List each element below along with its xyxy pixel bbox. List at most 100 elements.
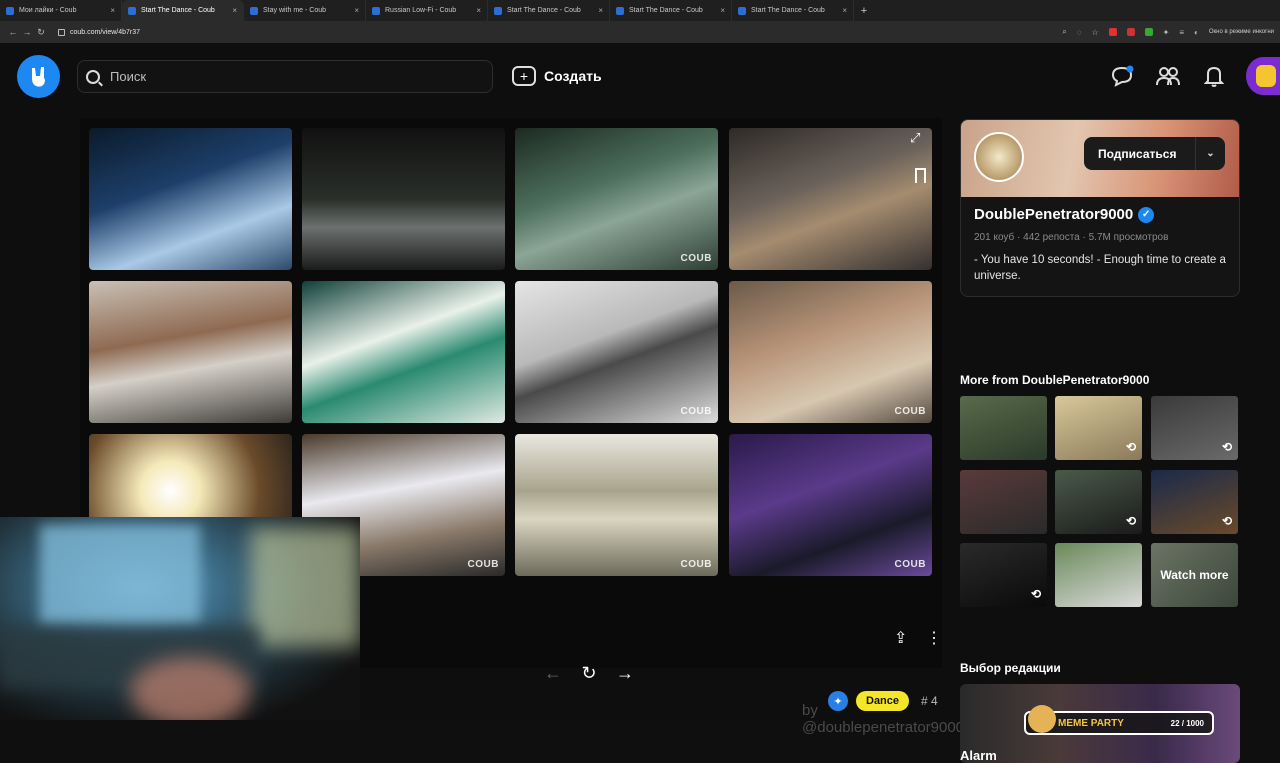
browser-toolbar-icons: ⌕ ◌ ☆ ✦ ≡ ◐ Окно в режиме инкогни [1062,21,1274,43]
coub-frame-thumbnail: COUB [729,281,932,423]
zoom-icon[interactable]: ⌕ [1062,27,1066,37]
eye-off-icon[interactable]: ◌ [1077,28,1082,37]
users-icon[interactable] [1154,62,1182,90]
extension-icon[interactable] [1126,28,1135,36]
browser-tab[interactable]: Stay with me - Coub × [244,0,366,21]
related-coub-thumbnail[interactable]: ⟲ [1151,470,1238,534]
coub-frame-thumbnail: COUB [515,434,718,576]
related-coub-thumbnail[interactable]: ⟲ [960,543,1047,607]
close-tab-icon[interactable]: × [842,6,847,15]
incognito-label[interactable]: Окно в режиме инкогни [1209,29,1274,35]
related-coub-thumbnail[interactable] [960,470,1047,534]
replay-icon[interactable]: ↻ [580,663,598,684]
coub-frame-thumbnail: COUB [515,128,718,270]
channel-avatar[interactable] [974,132,1024,182]
close-tab-icon[interactable]: × [110,6,115,15]
back-icon[interactable]: ← [6,27,20,37]
webcam-overlay [0,517,360,720]
related-coub-thumbnail[interactable] [960,396,1047,460]
close-tab-icon[interactable]: × [476,6,481,15]
fullscreen-icon[interactable]: ⤢ [910,130,920,146]
star-bookmark-icon[interactable]: ☆ [1091,28,1098,37]
browser-tab[interactable]: Russian Low-Fi - Coub × [366,0,488,21]
coub-favicon-icon [494,6,502,15]
coub-watermark: COUB [680,253,712,264]
related-coub-thumbnail[interactable]: ⟲ [1055,396,1142,460]
browser-tab[interactable]: Мои лайки - Coub × [0,0,122,21]
sidebar-icon[interactable]: ≡ [1179,28,1184,37]
coub-favicon-icon [250,6,258,15]
close-tab-icon[interactable]: × [232,6,237,15]
editors-choice-title: Выбор редакции [960,661,1061,675]
browser-tab[interactable]: Start The Dance - Coub × [122,0,244,21]
more-options-icon[interactable]: ⋮ [926,628,942,648]
repost-icon: ⟲ [1221,514,1232,528]
tag-dance[interactable]: Dance [856,691,910,711]
verified-icon: ✓ [1138,206,1155,223]
tag-count[interactable]: # 4 [921,694,938,708]
prev-arrow-icon[interactable]: ← [544,663,562,684]
extension-icon[interactable] [1144,28,1153,36]
chevron-down-icon[interactable]: ⌄ [1195,137,1225,170]
user-avatar[interactable] [1246,57,1280,95]
close-tab-icon[interactable]: × [354,6,359,15]
browser-tab[interactable]: Start The Dance - Coub × [610,0,732,21]
search-input[interactable] [110,69,470,84]
share-icon[interactable]: ⇪ [894,628,907,648]
create-button[interactable]: + Создать [512,63,602,89]
channel-name-text: DoublePenetrator9000 [974,206,1134,223]
related-coub-thumbnail[interactable]: ⟲ [1055,470,1142,534]
coub-frame-thumbnail [89,281,292,423]
coub-watermark: COUB [680,559,712,570]
new-tab-icon[interactable]: + [854,5,874,17]
subscribe-label: Подписаться [1098,146,1177,161]
browser-tab-label: Russian Low-Fi - Coub [385,7,457,14]
channel-card: Подписаться ⌄ DoublePenetrator9000 ✓ 201… [960,119,1240,297]
repost-icon: ⟲ [1125,514,1136,528]
browser-tab[interactable]: Start The Dance - Coub × [732,0,854,21]
coub-frame-thumbnail: COUB [729,434,932,576]
url-field[interactable]: coub.com/view/4b7r37 [58,28,141,36]
repost-icon: ⟲ [1221,440,1232,454]
extensions-puzzle-icon[interactable]: ✦ [1163,28,1170,37]
close-tab-icon[interactable]: × [598,6,603,15]
browser-tab[interactable]: Start The Dance - Coub × [488,0,610,21]
create-label: Создать [544,68,602,84]
subscribe-button[interactable]: Подписаться ⌄ [1084,137,1225,170]
channel-stats: 201 коуб · 442 репоста · 5.7M просмотров [974,232,1169,243]
meme-party-label: MEME PARTY [1058,717,1124,729]
profile-icon[interactable]: ◐ [1194,28,1199,37]
channel-name[interactable]: DoublePenetrator9000 ✓ [974,206,1155,223]
related-coub-thumbnail[interactable]: ⟲ [1151,396,1238,460]
browser-tab-label: Мои лайки - Coub [19,7,77,14]
plus-icon: + [512,66,536,86]
related-coub-thumbnail[interactable] [1055,543,1142,607]
editors-choice-card[interactable]: MEME PARTY 22 / 1000 [960,684,1240,763]
editors-choice-item-title[interactable]: Alarm [960,748,997,763]
bookmark-icon[interactable] [915,168,926,183]
url-text: coub.com/view/4b7r37 [70,28,141,36]
browser-tab-label: Start The Dance - Coub [629,7,703,14]
pager: ← ↻ → [544,663,634,684]
reload-icon[interactable]: ↻ [34,27,48,38]
header-icons [1108,57,1280,95]
browser-tab-label: Stay with me - Coub [263,7,327,14]
browser-tab-label: Start The Dance - Coub [141,7,215,14]
coub-watermark: COUB [680,406,712,417]
repost-icon: ⟲ [1125,440,1136,454]
search-bar[interactable] [77,60,493,93]
chat-icon[interactable] [1108,62,1136,90]
forward-icon[interactable]: → [20,27,34,37]
coub-favicon-icon [372,6,380,15]
meme-party-badge: MEME PARTY 22 / 1000 [1024,705,1214,735]
next-arrow-icon[interactable]: → [616,663,634,684]
community-icon[interactable]: ✦ [828,691,848,711]
coub-watermark: COUB [467,559,499,570]
watch-more-button[interactable]: Watch more [1151,543,1238,607]
coub-watermark: COUB [894,406,926,417]
site-info-icon[interactable] [58,28,65,36]
close-tab-icon[interactable]: × [720,6,725,15]
extension-icon[interactable] [1108,28,1117,36]
coub-logo[interactable] [17,55,60,98]
bell-icon[interactable] [1200,62,1228,90]
